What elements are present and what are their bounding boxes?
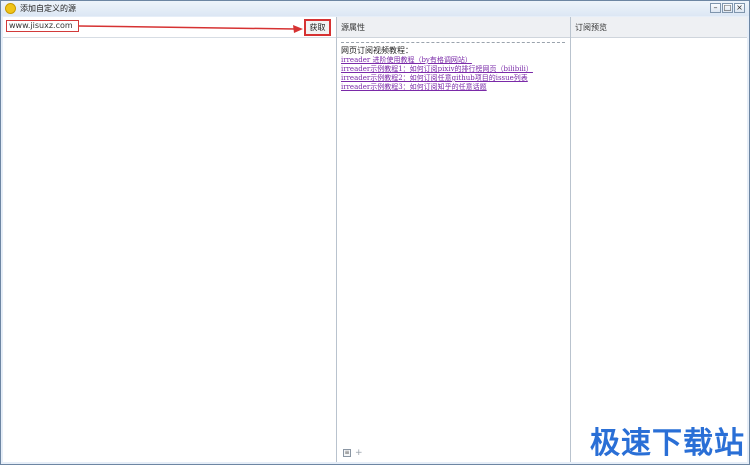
tutorial-link[interactable]: irreader示例教程3：如何订阅知乎的任意话题 (341, 83, 565, 92)
add-icon[interactable]: + (355, 449, 363, 458)
subscription-preview-title: 订阅预览 (575, 23, 607, 32)
app-icon (5, 3, 16, 14)
fetch-button[interactable]: 获取 (304, 19, 331, 36)
dialog-client-area: www.jisuxz.com 获取 源属性 网页订阅视频教程： irreader… (3, 17, 747, 462)
properties-footer: ≡ + (343, 449, 363, 458)
source-properties-header: 源属性 (337, 17, 570, 38)
close-icon[interactable]: × (734, 3, 745, 13)
watermark-logo: 极速下载站 (590, 426, 745, 461)
list-icon[interactable]: ≡ (343, 449, 351, 457)
maximize-icon[interactable]: □ (722, 3, 733, 13)
window-controls: – □ × (710, 3, 745, 13)
arrow-annotation-icon (78, 25, 303, 33)
tutorial-heading: 网页订阅视频教程： (341, 46, 413, 55)
subscription-preview-panel: 订阅预览 (571, 17, 747, 462)
source-input-panel: www.jisuxz.com 获取 (3, 17, 337, 462)
tutorial-link[interactable]: irreader 进阶使用教程（by有格调网站） (341, 56, 565, 65)
title-bar[interactable]: 添加自定义的源 – □ × (1, 1, 749, 16)
source-properties-panel: 源属性 网页订阅视频教程： irreader 进阶使用教程（by有格调网站） i… (337, 17, 571, 462)
window-title: 添加自定义的源 (20, 4, 76, 13)
dashed-divider (341, 42, 565, 43)
subscription-preview-header: 订阅预览 (571, 17, 747, 38)
input-divider (3, 37, 336, 38)
tutorial-section: 网页订阅视频教程： irreader 进阶使用教程（by有格调网站） irrea… (341, 42, 565, 92)
source-properties-title: 源属性 (341, 23, 365, 32)
minimize-icon[interactable]: – (710, 3, 721, 13)
dialog-window: 添加自定义的源 – □ × www.jisuxz.com 获取 源属性 网页订阅… (0, 0, 750, 465)
tutorial-link[interactable]: irreader示例教程1：如何订阅pixiv的排行榜网页（bilibili） (341, 65, 565, 74)
tutorial-link[interactable]: irreader示例教程2：如何订阅任意github项目的issue列表 (341, 74, 565, 83)
